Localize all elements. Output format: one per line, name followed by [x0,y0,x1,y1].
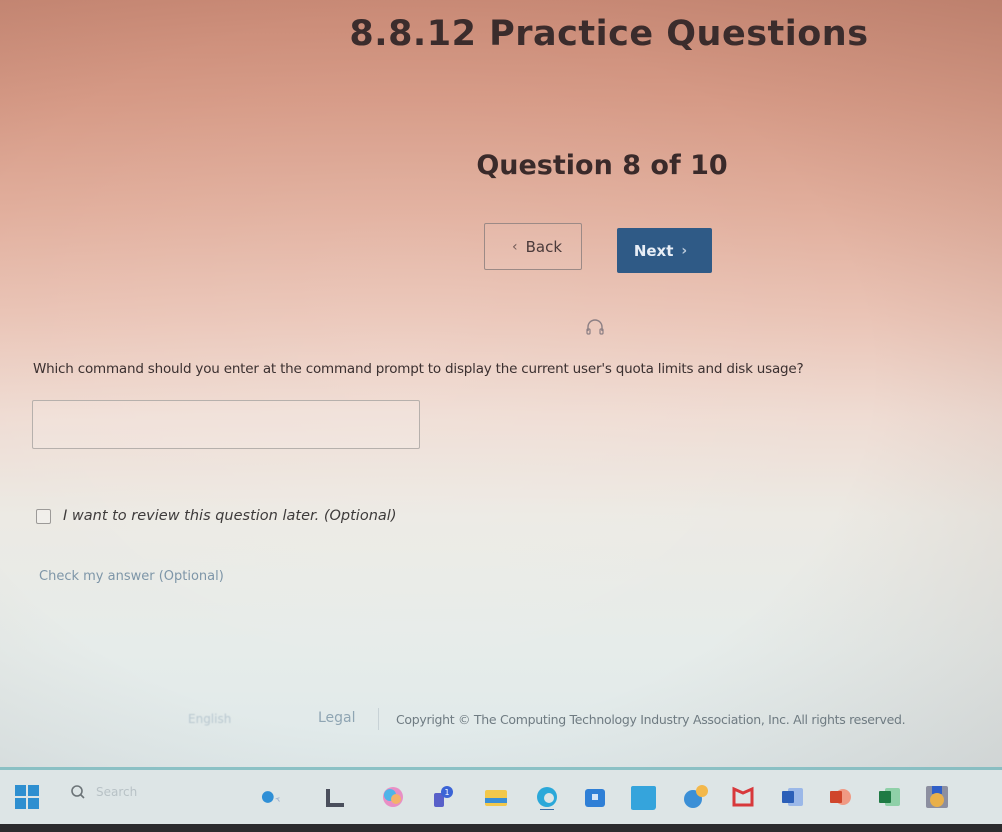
check-answer-link[interactable]: Check my answer (Optional) [39,569,224,584]
mcafee-icon[interactable] [730,784,756,810]
copilot-icon[interactable] [380,784,406,810]
chevron-left-icon: ‹ [511,238,518,255]
back-button[interactable]: ‹ Back [484,223,582,270]
excel-icon[interactable] [876,784,902,810]
footer: English Legal Copyright © The Computing … [0,708,1002,738]
next-button[interactable]: Next › [617,228,712,273]
weather-icon[interactable] [260,784,286,810]
back-button-label: Back [525,237,563,256]
app-generic-icon[interactable] [924,784,950,810]
next-button-label: Next [633,241,674,260]
windows-start-icon[interactable] [14,784,40,810]
legal-link[interactable]: Legal [318,710,356,726]
chevron-right-icon: › [681,242,688,259]
taskbar-search[interactable]: Search [70,784,137,800]
copyright-text: Copyright © The Computing Technology Ind… [396,712,906,727]
search-placeholder: Search [96,785,138,799]
file-explorer-icon[interactable] [483,784,509,810]
review-later-checkbox[interactable] [36,508,51,524]
screen-bezel [0,824,1002,832]
help-icon[interactable] [682,784,708,810]
microsoft-store-icon[interactable] [582,784,608,810]
teams-badge: 1 [444,788,449,797]
footer-divider [378,708,379,730]
word-icon[interactable] [779,784,805,810]
answer-input[interactable] [32,400,420,449]
question-text: Which command should you enter at the co… [33,361,804,377]
search-icon [71,785,85,799]
question-counter: Question 8 of 10 [476,150,728,181]
app-tile-icon[interactable] [630,784,656,810]
language-selector[interactable]: English [188,712,231,726]
powerpoint-icon[interactable] [827,784,853,810]
headphones-icon[interactable] [585,318,605,336]
teams-icon[interactable]: 1 [430,784,456,810]
review-later-label: I want to review this question later. (O… [63,508,397,524]
taskbar: Search 1 [0,770,1002,824]
edge-icon[interactable] [534,784,560,810]
app-l-icon[interactable] [322,784,348,810]
review-later-option[interactable]: I want to review this question later. (O… [36,508,396,524]
page-title: 8.8.12 Practice Questions [349,14,869,54]
